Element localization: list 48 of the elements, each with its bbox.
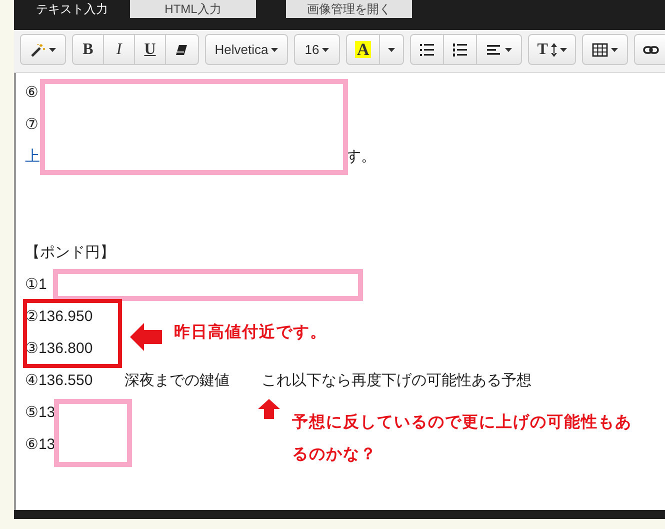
caret-icon xyxy=(388,48,396,52)
line-height-button[interactable]: T xyxy=(528,34,576,65)
text-line: ④136.550 xyxy=(25,371,93,389)
text-line: ⑥13 xyxy=(25,435,56,453)
text-line: ①1 xyxy=(25,275,47,293)
up-arrow-icon xyxy=(258,399,280,419)
toolbar-button[interactable] xyxy=(165,34,199,65)
text-line: ⑦ xyxy=(25,115,38,133)
toolbar-button[interactable] xyxy=(20,34,66,65)
caret-icon xyxy=(49,48,56,52)
caret-icon xyxy=(505,48,512,52)
left-arrow-icon xyxy=(130,323,162,351)
editor-tab[interactable]: HTML入力 xyxy=(130,0,256,18)
bold-button[interactable]: B xyxy=(72,34,104,65)
annotation-text: 昨日高値付近です。 xyxy=(174,322,328,343)
toolbar-button[interactable] xyxy=(443,34,478,65)
text-color-button[interactable]: A xyxy=(346,34,380,65)
text-line: す。 xyxy=(346,146,376,166)
text-line: これ以下なら再度下げの可能性ある予想 xyxy=(262,370,532,390)
text-line: 深夜までの鍵値 xyxy=(124,370,230,390)
text-line: ③136.800 xyxy=(25,339,93,357)
caret-icon xyxy=(560,48,567,52)
text-line: ⑥ xyxy=(25,83,38,101)
link-text[interactable]: 上 xyxy=(25,146,40,166)
underline-button[interactable]: U xyxy=(134,34,166,65)
toolbar-button[interactable] xyxy=(476,34,522,65)
align-left-icon xyxy=(486,42,502,56)
caret-icon xyxy=(610,48,618,52)
numbered-list-icon xyxy=(452,42,468,56)
editor-tab[interactable]: 画像管理を開く xyxy=(286,0,412,18)
eraser-icon xyxy=(174,42,190,56)
table-icon xyxy=(592,42,608,56)
caret-icon xyxy=(322,48,330,52)
toolbar-button[interactable] xyxy=(410,34,444,65)
bullet-list-icon xyxy=(419,42,436,56)
text-line: 【ポンド円】 xyxy=(25,242,115,262)
font-dropdown[interactable]: Helvetica xyxy=(205,34,288,65)
annotation-text: 予想に反しているので更に上げの可能性もあるのかな？ xyxy=(292,412,633,465)
magic-wand-icon xyxy=(30,42,46,56)
toolbar-button[interactable] xyxy=(582,34,628,65)
caret-icon xyxy=(271,48,278,52)
size-dropdown[interactable]: 16 xyxy=(294,34,340,65)
editor-area[interactable]: ⑥ ⑦ 上 す。 【ポンド円】 ①1 ②136.950 ③136.800 ④136.550 深夜までの鍵値 これ以下なら再度下げの可能性ある予想 ⑤13 ⑥13 昨日高値付近です。 予想に反しているので更に上げの可能性もあるのかな？ xyxy=(14,73,665,510)
up-down-icon xyxy=(550,42,557,56)
toolbar-button[interactable] xyxy=(634,34,665,65)
italic-button[interactable]: I xyxy=(103,34,135,65)
text-line: ⑤13 xyxy=(25,403,56,421)
text-line: ②136.950 xyxy=(25,307,93,325)
